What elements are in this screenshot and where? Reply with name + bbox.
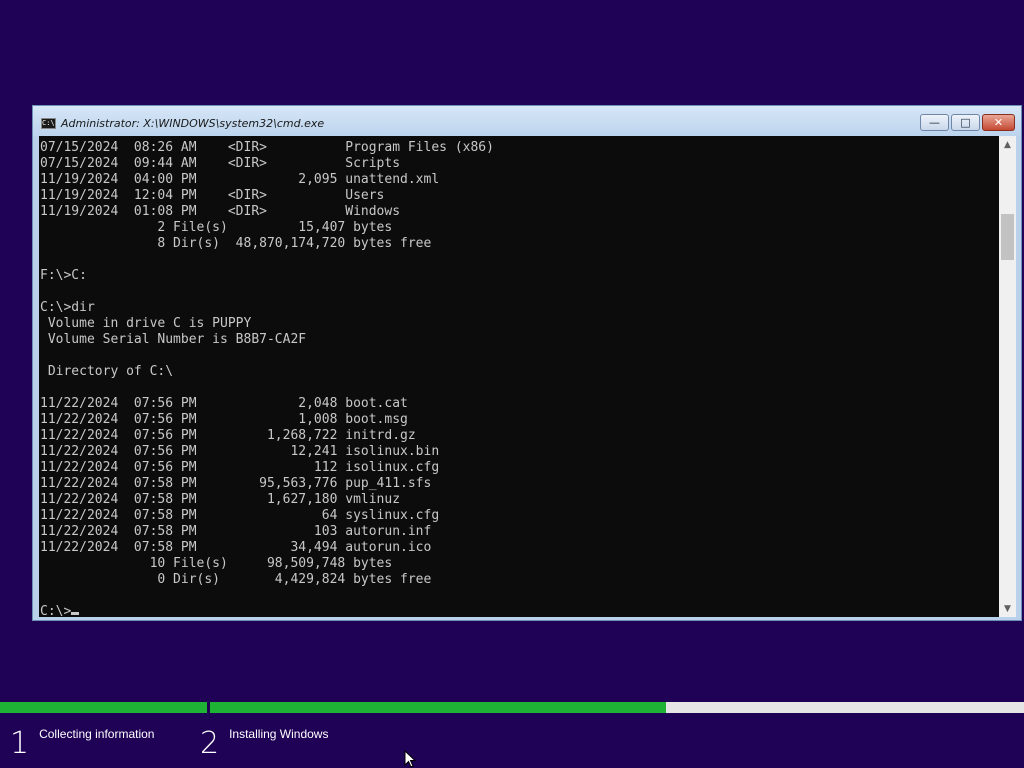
close-button[interactable]: ✕ [982,114,1015,131]
console-line: 11/22/2024 07:58 PM 95,563,776 pup_411.s… [40,476,432,491]
step-2-progress-fill [210,702,666,713]
minimize-icon: — [929,116,940,129]
close-icon: ✕ [993,116,1004,129]
console-line: 11/22/2024 07:56 PM 1,008 boot.msg [40,412,408,427]
console-text: 07/15/2024 08:26 AM <DIR> Program Files … [39,136,999,617]
maximize-icon: □ [960,116,971,129]
vertical-scrollbar[interactable]: ▲ ▼ [999,136,1016,617]
setup-step-1: 1 Collecting information [10,726,154,762]
console-line: 11/22/2024 07:56 PM 112 isolinux.cfg [40,460,440,475]
minimize-button[interactable]: — [920,114,949,131]
console-line: 11/22/2024 07:58 PM 103 autorun.inf [40,524,432,539]
step-2-label: Installing Windows [229,727,329,741]
step-1-progress-fill [0,702,207,713]
console-line: F:\>C: [40,268,87,283]
console-line: 11/19/2024 01:08 PM <DIR> Windows [40,204,401,219]
console-line: 8 Dir(s) 48,870,174,720 bytes free [157,236,432,251]
console-line: 07/15/2024 09:44 AM <DIR> Scripts [40,156,401,171]
scroll-down-icon[interactable]: ▼ [999,600,1016,617]
window-title: Administrator: X:\WINDOWS\system32\cmd.e… [61,117,325,130]
scroll-thumb[interactable] [1001,214,1014,260]
maximize-button[interactable]: □ [951,114,980,131]
console-line: C:\>dir [40,300,95,315]
console-line: 0 Dir(s) 4,429,824 bytes free [157,572,432,587]
step-1-label: Collecting information [39,727,155,741]
console-line: Volume in drive C is PUPPY [47,316,252,331]
scroll-up-icon[interactable]: ▲ [999,136,1016,153]
setup-progress-bar [0,702,1024,714]
cmd-app-icon: C:\ [41,118,56,129]
console-line: 11/19/2024 04:00 PM 2,095 unattend.xml [40,172,440,187]
console-line: 11/22/2024 07:56 PM 12,241 isolinux.bin [40,444,440,459]
console-line: 11/19/2024 12:04 PM <DIR> Users [40,188,385,203]
console-line: 11/22/2024 07:58 PM 34,494 autorun.ico [40,540,432,555]
console-output[interactable]: 07/15/2024 08:26 AM <DIR> Program Files … [39,136,999,617]
console-line: 2 File(s) 15,407 bytes [157,220,393,235]
console-line: Directory of C:\ [47,364,174,379]
step-1-progress-track [0,702,207,713]
setup-step-2: 2 Installing Windows [200,726,328,762]
mouse-pointer-icon [404,750,416,768]
console-line: 11/22/2024 07:56 PM 1,268,722 initrd.gz [40,428,416,443]
caption-buttons: — □ ✕ [920,114,1015,131]
title-bar[interactable]: C:\ Administrator: X:\WINDOWS\system32\c… [33,106,1021,136]
console-line: 07/15/2024 08:26 AM <DIR> Program Files … [40,140,494,155]
step-2-number: 2 [200,726,220,761]
console-line: 10 File(s) 98,509,748 bytes [149,556,393,571]
console-line: 11/22/2024 07:56 PM 2,048 boot.cat [40,396,408,411]
cmd-window: C:\ Administrator: X:\WINDOWS\system32\c… [32,105,1022,621]
console-line: 11/22/2024 07:58 PM 64 syslinux.cfg [40,508,440,523]
text-cursor [71,612,80,615]
step-2-progress-track [210,702,1024,713]
command-prompt: C:\> [40,604,72,617]
console-line: Volume Serial Number is B8B7-CA2F [47,332,307,347]
console-lines: 07/15/2024 08:26 AM <DIR> Program Files … [40,140,494,587]
console-line: 11/22/2024 07:58 PM 1,627,180 vmlinuz [40,492,401,507]
step-1-number: 1 [10,726,30,761]
